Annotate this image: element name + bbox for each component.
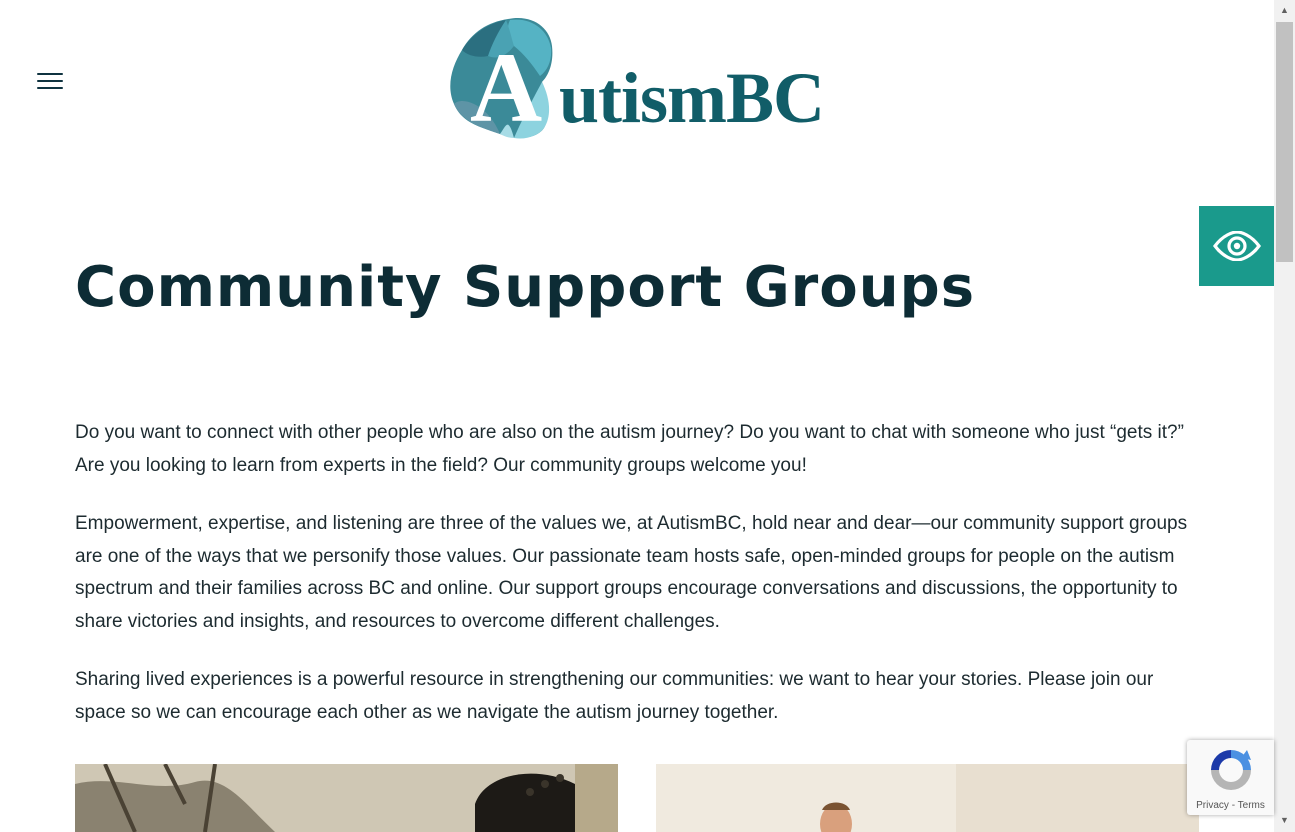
eye-icon (1212, 231, 1261, 261)
indoor-photo (656, 764, 1199, 832)
intro-text: Do you want to connect with other people… (75, 417, 1205, 755)
logo-wordmark: utismBC (559, 58, 825, 138)
scroll-up-arrow[interactable]: ▲ (1276, 2, 1293, 19)
logo-letter-a: A (470, 32, 543, 143)
intro-paragraph: Empowerment, expertise, and listening ar… (75, 513, 1188, 632)
recaptcha-links: Privacy - Terms (1187, 800, 1274, 811)
accessibility-button[interactable] (1199, 206, 1274, 286)
recaptcha-icon (1211, 750, 1251, 790)
intro-paragraph: Do you want to connect with other people… (75, 422, 1184, 476)
autismbc-logo[interactable]: A utismBC (448, 16, 828, 140)
group-card-image[interactable] (656, 764, 1199, 832)
outdoor-photo (75, 764, 618, 832)
scrollbar-thumb[interactable] (1276, 22, 1293, 262)
recaptcha-separator: - (1228, 800, 1238, 811)
intro-paragraph: Sharing lived experiences is a powerful … (75, 669, 1154, 723)
scroll-down-arrow[interactable]: ▼ (1276, 812, 1293, 829)
group-card-image[interactable] (75, 764, 618, 832)
menu-icon[interactable] (37, 71, 64, 91)
recaptcha-privacy-link[interactable]: Privacy (1196, 800, 1229, 811)
page-title: Community Support Groups (75, 255, 976, 320)
recaptcha-badge[interactable]: Privacy - Terms (1187, 740, 1274, 815)
recaptcha-terms-link[interactable]: Terms (1238, 800, 1265, 811)
